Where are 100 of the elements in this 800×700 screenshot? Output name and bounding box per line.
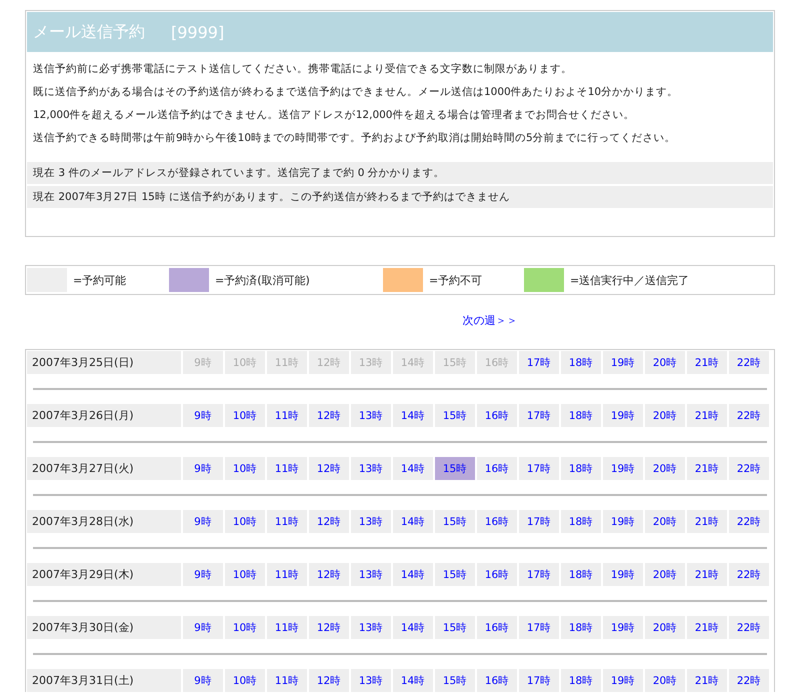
time-slot[interactable]: 10時 <box>225 669 265 692</box>
time-slot[interactable]: 13時 <box>351 404 391 427</box>
time-slot[interactable]: 20時 <box>645 563 685 586</box>
time-slot[interactable]: 13時 <box>351 563 391 586</box>
time-slot: 9時 <box>183 351 223 374</box>
time-slot[interactable]: 11時 <box>267 563 307 586</box>
date-cell: 2007年3月27日(火) <box>27 457 181 480</box>
time-slot[interactable]: 16時 <box>477 510 517 533</box>
time-slot: 11時 <box>267 351 307 374</box>
time-slot[interactable]: 22時 <box>729 616 769 639</box>
time-slot[interactable]: 17時 <box>519 510 559 533</box>
time-slot[interactable]: 12時 <box>309 616 349 639</box>
time-slot[interactable]: 22時 <box>729 457 769 480</box>
time-slot[interactable]: 17時 <box>519 563 559 586</box>
time-slot[interactable]: 19時 <box>603 616 643 639</box>
time-slot[interactable]: 12時 <box>309 404 349 427</box>
time-slot[interactable]: 18時 <box>561 563 601 586</box>
time-slot[interactable]: 18時 <box>561 510 601 533</box>
time-slot[interactable]: 19時 <box>603 457 643 480</box>
time-slot[interactable]: 16時 <box>477 669 517 692</box>
time-slot[interactable]: 12時 <box>309 510 349 533</box>
time-slot[interactable]: 21時 <box>687 351 727 374</box>
time-slot[interactable]: 21時 <box>687 669 727 692</box>
time-slot[interactable]: 9時 <box>183 563 223 586</box>
time-slot: 16時 <box>477 351 517 374</box>
time-slot[interactable]: 9時 <box>183 510 223 533</box>
time-slot[interactable]: 21時 <box>687 457 727 480</box>
next-week-link[interactable]: 次の週＞＞ <box>462 313 518 333</box>
time-slot[interactable]: 17時 <box>519 616 559 639</box>
time-slot[interactable]: 9時 <box>183 404 223 427</box>
time-slot[interactable]: 17時 <box>519 351 559 374</box>
time-slot[interactable]: 18時 <box>561 669 601 692</box>
time-slot[interactable]: 18時 <box>561 351 601 374</box>
time-slot[interactable]: 11時 <box>267 404 307 427</box>
time-slot[interactable]: 11時 <box>267 669 307 692</box>
time-slot[interactable]: 9時 <box>183 616 223 639</box>
time-slot[interactable]: 9時 <box>183 457 223 480</box>
legend-label: =予約不可 <box>429 272 482 288</box>
time-slot[interactable]: 14時 <box>393 510 433 533</box>
time-slot[interactable]: 11時 <box>267 457 307 480</box>
time-slot[interactable]: 22時 <box>729 510 769 533</box>
time-slot[interactable]: 19時 <box>603 563 643 586</box>
time-slot[interactable]: 21時 <box>687 563 727 586</box>
time-slot[interactable]: 20時 <box>645 351 685 374</box>
page-code: [9999] <box>171 22 224 42</box>
time-slot[interactable]: 18時 <box>561 616 601 639</box>
time-slot[interactable]: 14時 <box>393 457 433 480</box>
time-slot[interactable]: 22時 <box>729 351 769 374</box>
time-slot[interactable]: 21時 <box>687 404 727 427</box>
time-slot[interactable]: 21時 <box>687 510 727 533</box>
time-slot[interactable]: 16時 <box>477 404 517 427</box>
time-slot[interactable]: 10時 <box>225 616 265 639</box>
time-slot[interactable]: 17時 <box>519 669 559 692</box>
time-slot[interactable]: 14時 <box>393 669 433 692</box>
time-slot[interactable]: 17時 <box>519 404 559 427</box>
time-slot[interactable]: 21時 <box>687 616 727 639</box>
time-slot[interactable]: 22時 <box>729 563 769 586</box>
time-slot[interactable]: 19時 <box>603 510 643 533</box>
time-slot[interactable]: 15時 <box>435 563 475 586</box>
time-slot[interactable]: 13時 <box>351 457 391 480</box>
time-slot[interactable]: 22時 <box>729 669 769 692</box>
time-slot[interactable]: 13時 <box>351 616 391 639</box>
time-slot[interactable]: 15時 <box>435 457 475 480</box>
time-slot[interactable]: 14時 <box>393 616 433 639</box>
time-slot[interactable]: 19時 <box>603 404 643 427</box>
time-slot[interactable]: 14時 <box>393 404 433 427</box>
time-slot[interactable]: 11時 <box>267 616 307 639</box>
time-slot[interactable]: 15時 <box>435 510 475 533</box>
time-slot[interactable]: 18時 <box>561 404 601 427</box>
time-slot[interactable]: 10時 <box>225 510 265 533</box>
time-slot[interactable]: 13時 <box>351 510 391 533</box>
time-slot[interactable]: 10時 <box>225 457 265 480</box>
time-slot: 12時 <box>309 351 349 374</box>
status-text: 現在 2007年3月27日 15時 に送信予約があります。この予約送信が終わるまで予約はできません <box>27 186 773 208</box>
time-slot[interactable]: 20時 <box>645 404 685 427</box>
time-slot[interactable]: 9時 <box>183 669 223 692</box>
time-slot[interactable]: 11時 <box>267 510 307 533</box>
time-slot[interactable]: 13時 <box>351 669 391 692</box>
time-slot[interactable]: 20時 <box>645 457 685 480</box>
time-slot[interactable]: 15時 <box>435 404 475 427</box>
legend-label: =送信実行中／送信完了 <box>570 272 690 288</box>
time-slot[interactable]: 16時 <box>477 457 517 480</box>
time-slot[interactable]: 16時 <box>477 563 517 586</box>
time-slot[interactable]: 16時 <box>477 616 517 639</box>
time-slot[interactable]: 17時 <box>519 457 559 480</box>
time-slot[interactable]: 12時 <box>309 669 349 692</box>
time-slot[interactable]: 19時 <box>603 351 643 374</box>
time-slot[interactable]: 20時 <box>645 616 685 639</box>
time-slot[interactable]: 20時 <box>645 669 685 692</box>
time-slot[interactable]: 12時 <box>309 457 349 480</box>
time-slot[interactable]: 10時 <box>225 404 265 427</box>
time-slot[interactable]: 18時 <box>561 457 601 480</box>
time-slot[interactable]: 15時 <box>435 616 475 639</box>
time-slot[interactable]: 20時 <box>645 510 685 533</box>
time-slot[interactable]: 12時 <box>309 563 349 586</box>
time-slot[interactable]: 22時 <box>729 404 769 427</box>
time-slot[interactable]: 14時 <box>393 563 433 586</box>
time-slot[interactable]: 10時 <box>225 563 265 586</box>
time-slot[interactable]: 15時 <box>435 669 475 692</box>
time-slot[interactable]: 19時 <box>603 669 643 692</box>
